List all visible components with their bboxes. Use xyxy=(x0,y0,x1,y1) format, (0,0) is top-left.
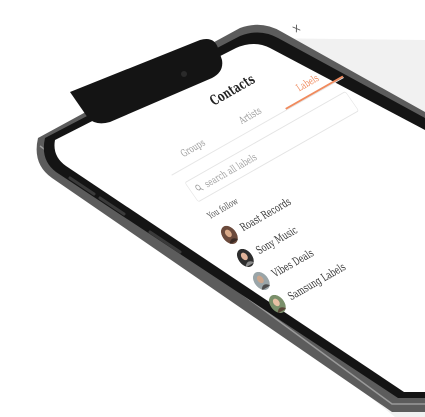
search-icon xyxy=(195,184,204,191)
avatar xyxy=(252,271,271,291)
close-icon[interactable]: × xyxy=(289,21,304,37)
avatar xyxy=(268,294,287,314)
photo-stage: × Contacts Groups Artists Labels search … xyxy=(0,0,425,417)
search-placeholder: search all labels xyxy=(201,150,259,190)
avatar xyxy=(220,225,239,245)
avatar xyxy=(236,248,255,268)
